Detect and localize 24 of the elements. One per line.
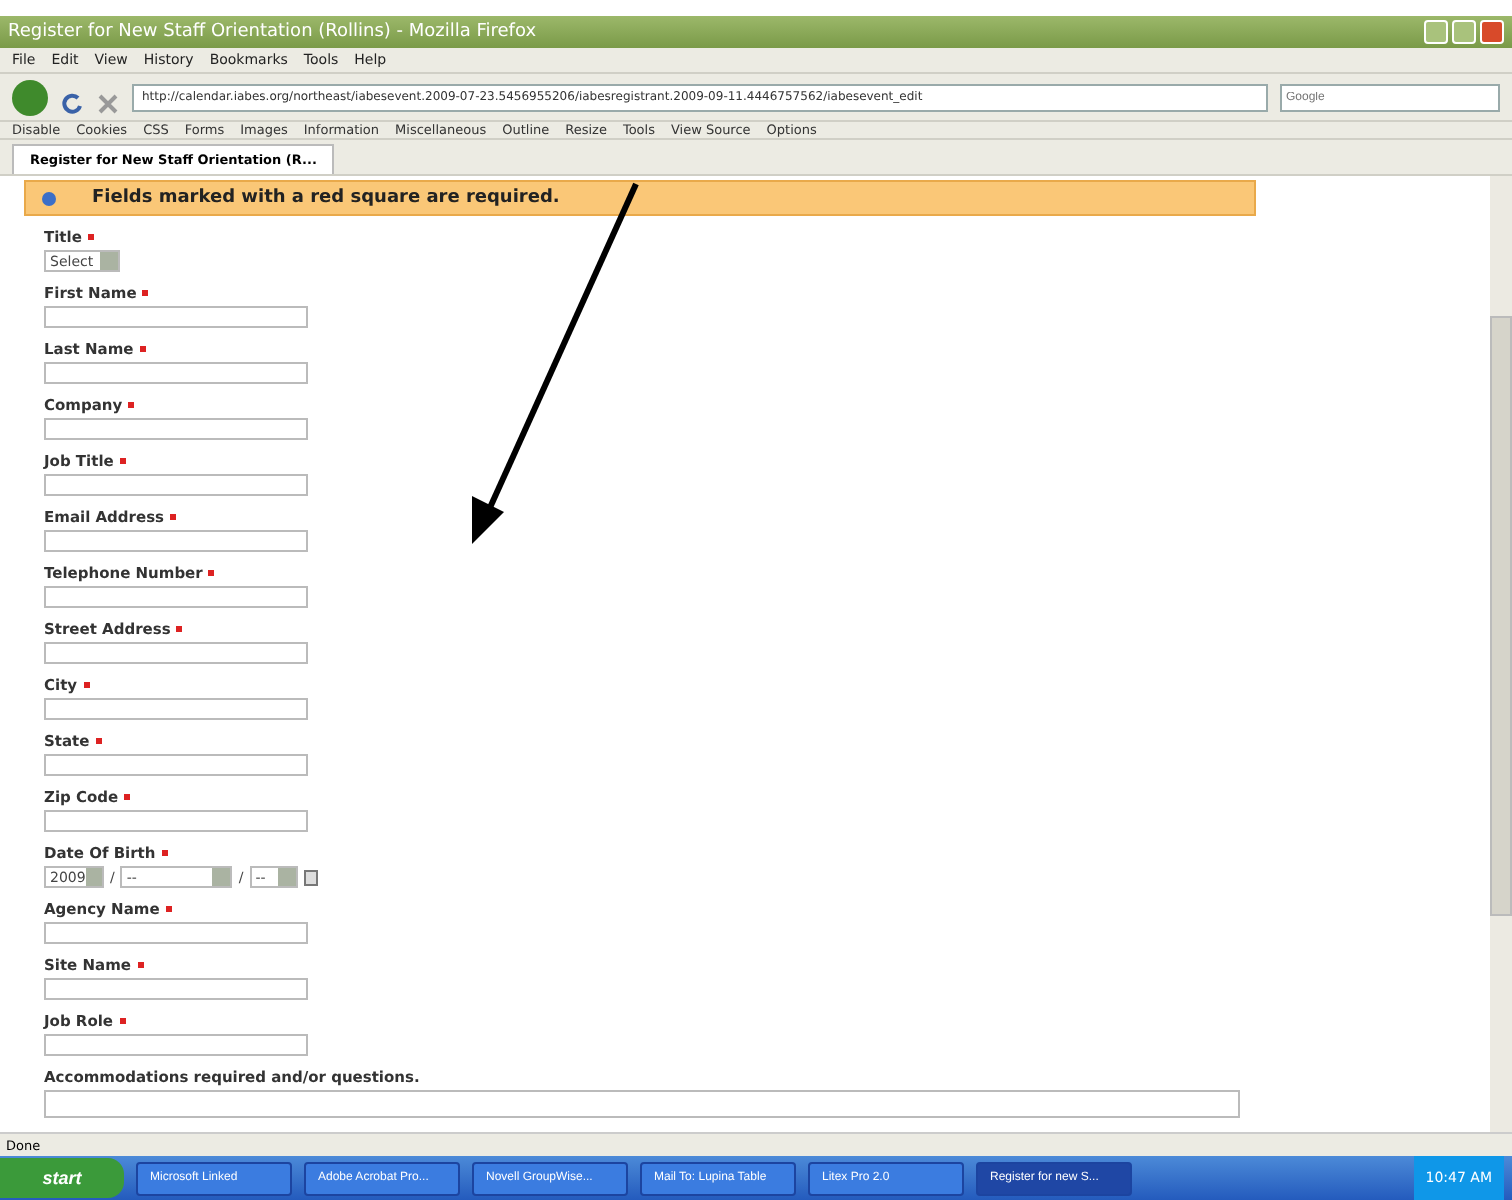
text-field[interactable] <box>44 810 308 832</box>
text-field[interactable] <box>44 642 308 664</box>
text-field[interactable] <box>44 530 308 552</box>
text-field[interactable] <box>44 698 308 720</box>
minimize-button[interactable] <box>1424 20 1448 44</box>
scrollbar[interactable] <box>1490 176 1512 1132</box>
maximize-button[interactable] <box>1452 20 1476 44</box>
text-field[interactable] <box>44 922 308 944</box>
close-button[interactable] <box>1480 20 1504 44</box>
text-field[interactable] <box>44 754 308 776</box>
text-field[interactable] <box>44 418 308 440</box>
start-button[interactable]: start <box>0 1158 124 1198</box>
text-field[interactable] <box>44 362 308 384</box>
window-title: Register for New Staff Orientation (Rollins) - Mozilla Firefox <box>8 22 537 42</box>
text-field[interactable] <box>44 586 308 608</box>
text-field[interactable] <box>44 978 308 1000</box>
text-field[interactable] <box>44 1034 308 1056</box>
text-area[interactable] <box>44 1090 1240 1118</box>
back-button[interactable] <box>12 79 48 115</box>
info-icon <box>42 191 56 205</box>
calendar-icon[interactable] <box>303 869 318 885</box>
text-field[interactable] <box>44 306 308 328</box>
text-field[interactable] <box>44 474 308 496</box>
notice-text: Fields marked with a red square are required. <box>92 188 560 208</box>
